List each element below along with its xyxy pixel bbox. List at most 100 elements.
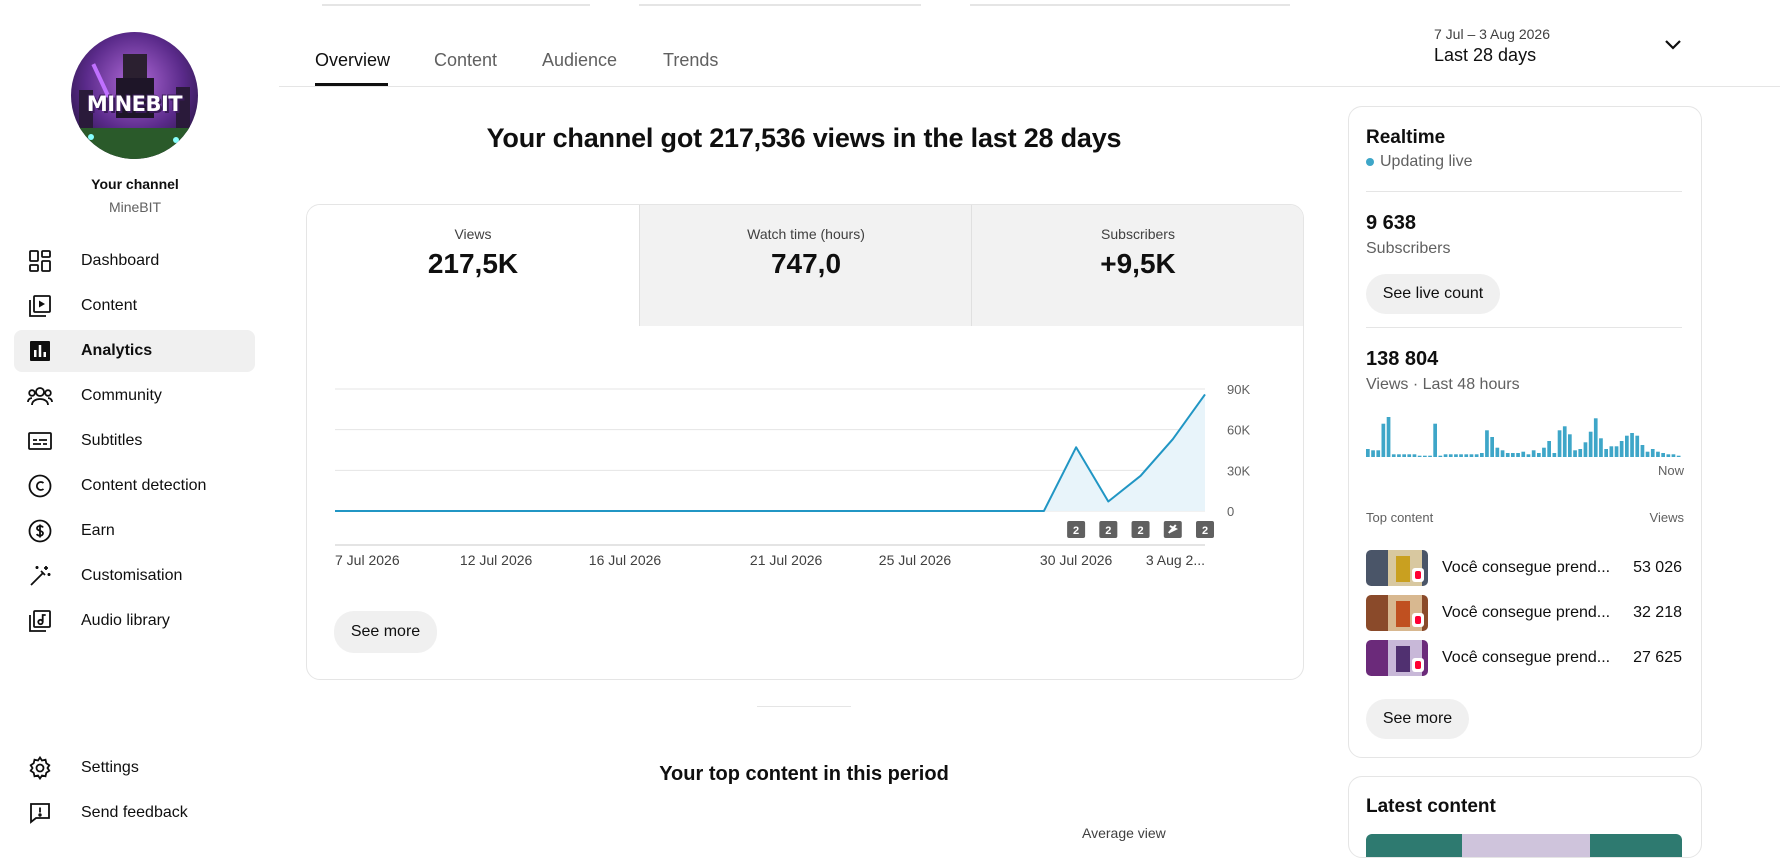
sidebar-item-settings[interactable]: Settings: [14, 747, 255, 789]
realtime-bar: [1676, 455, 1681, 457]
realtime-bar: [1557, 430, 1562, 457]
realtime-bar: [1537, 453, 1541, 457]
realtime-bar: [1412, 454, 1417, 457]
video-title: Você consegue prend...: [1442, 604, 1611, 621]
x-tick-label: 21 Jul 2026: [750, 552, 823, 568]
top-content-row[interactable]: Você consegue prend... 32 218: [1366, 595, 1682, 631]
views-chart: 90K 60K 30K 0 2 2 2 2 7 Jul 2026 12 Jul 2026 16 Ju…: [335, 382, 1250, 568]
x-tick-label: 3 Aug 2...: [1146, 552, 1205, 568]
sidebar-item-label: Send feedback: [81, 804, 188, 821]
see-live-count-button[interactable]: See live count: [1366, 274, 1500, 314]
video-thumbnail: [1366, 595, 1428, 631]
upload-marker-count: 2: [1202, 525, 1208, 537]
sidebar-item-dashboard[interactable]: Dashboard: [14, 240, 255, 282]
views-headline: Your channel got 217,536 views in the la…: [486, 123, 1122, 153]
analytics-icon: [27, 338, 53, 364]
chevron-down-icon: [1663, 38, 1683, 57]
realtime-bar: [1386, 417, 1391, 457]
channel-avatar[interactable]: MINEBIT: [71, 32, 198, 159]
tab-content[interactable]: Content: [434, 50, 497, 71]
realtime-bar: [1542, 447, 1546, 457]
tab-overview[interactable]: Overview: [315, 50, 390, 71]
sidebar-item-send-feedback[interactable]: Send feedback: [14, 792, 255, 834]
sidebar-item-audio-library[interactable]: Audio library: [14, 600, 255, 642]
sidebar-item-content-detection[interactable]: Content detection: [14, 465, 255, 507]
realtime-status-label: Updating live: [1380, 153, 1473, 170]
date-range-selector[interactable]: 7 Jul – 3 Aug 2026 Last 28 days: [1434, 25, 1684, 70]
realtime-bar: [1552, 453, 1557, 457]
realtime-bar: [1495, 447, 1500, 457]
realtime-bar: [1671, 454, 1676, 457]
average-view-header: Average view: [1082, 825, 1166, 841]
latest-content-thumbnail[interactable]: [1366, 834, 1682, 857]
metric-tab-watch-time[interactable]: Watch time (hours) 747,0: [639, 205, 972, 326]
realtime-divider: [1366, 327, 1682, 328]
realtime-bar: [1516, 453, 1520, 457]
realtime-bar: [1661, 453, 1665, 457]
realtime-bar: [1423, 455, 1427, 457]
channel-name: MineBIT: [108, 199, 162, 215]
sidebar-item-label: Community: [81, 387, 162, 404]
sidebar-item-label: Subtitles: [81, 432, 143, 449]
realtime-bar: [1428, 455, 1432, 457]
realtime-bar: [1604, 449, 1608, 457]
feedback-icon: [27, 800, 53, 826]
content-icon: [27, 293, 53, 319]
realtime-bar: [1500, 450, 1505, 457]
top-content-row[interactable]: Você consegue prend... 27 625: [1366, 640, 1682, 676]
realtime-title: Realtime: [1366, 127, 1446, 148]
channel-title: Your channel: [91, 176, 179, 192]
metric-tab-subscribers[interactable]: Subscribers +9,5K: [971, 205, 1303, 326]
realtime-bar: [1640, 445, 1645, 457]
sidebar-item-subtitles[interactable]: Subtitles: [14, 420, 255, 462]
top-content-row[interactable]: Você consegue prend... 53 026: [1366, 550, 1682, 586]
chart-see-more-button[interactable]: See more: [334, 611, 437, 653]
realtime-subscribers-value: 9 638: [1366, 212, 1417, 234]
metric-label: Watch time (hours): [747, 226, 865, 242]
x-tick-label: 12 Jul 2026: [460, 552, 533, 568]
realtime-bar: [1464, 454, 1469, 457]
sidebar-item-label: Content detection: [81, 477, 207, 494]
latest-content-card: Latest content: [1348, 776, 1702, 858]
realtime-bar: [1469, 454, 1474, 457]
realtime-bar: [1656, 451, 1660, 457]
sidebar-item-customisation[interactable]: Customisation: [14, 555, 255, 597]
realtime-bar: [1650, 449, 1655, 457]
video-title: Você consegue prend...: [1442, 559, 1611, 576]
sidebar-item-analytics[interactable]: Analytics: [14, 330, 255, 372]
sidebar-item-earn[interactable]: Earn: [14, 510, 255, 552]
realtime-bar: [1474, 454, 1479, 457]
shorts-icon: [1412, 613, 1424, 627]
realtime-bar: [1454, 454, 1458, 457]
realtime-bar: [1609, 446, 1614, 457]
tab-audience[interactable]: Audience: [542, 50, 617, 71]
top-content-views-header: Views: [1649, 510, 1684, 525]
sidebar-item-label: Settings: [81, 759, 139, 776]
x-tick-label: 25 Jul 2026: [879, 552, 952, 568]
x-tick-label: 7 Jul 2026: [335, 552, 400, 568]
tab-trends[interactable]: Trends: [663, 50, 718, 71]
video-views: 53 026: [1633, 559, 1682, 576]
realtime-views-bar-chart: [1366, 417, 1681, 457]
realtime-bar: [1562, 426, 1567, 457]
realtime-bar: [1381, 423, 1386, 457]
realtime-bar: [1511, 453, 1515, 457]
y-tick-label: 90K: [1227, 382, 1250, 397]
sidebar-item-content[interactable]: Content: [14, 285, 255, 327]
realtime-bar: [1588, 431, 1593, 457]
realtime-bar: [1593, 418, 1598, 457]
realtime-bar: [1505, 453, 1510, 457]
realtime-bar: [1521, 451, 1526, 457]
realtime-bar: [1371, 450, 1375, 457]
metric-tab-views[interactable]: Views 217,5K: [307, 205, 639, 326]
sidebar-item-label: Content: [81, 297, 138, 314]
realtime-bar: [1485, 430, 1489, 457]
overview-chart-card: Views 217,5K Watch time (hours) 747,0 Su…: [306, 204, 1304, 680]
sidebar-item-community[interactable]: Community: [14, 375, 255, 417]
y-tick-label: 60K: [1227, 423, 1250, 438]
realtime-see-more-button[interactable]: See more: [1366, 699, 1469, 739]
metric-value: 747,0: [770, 248, 842, 279]
customisation-icon: [27, 563, 53, 589]
y-tick-label: 0: [1227, 504, 1234, 519]
upload-marker-count: 2: [1105, 525, 1111, 537]
